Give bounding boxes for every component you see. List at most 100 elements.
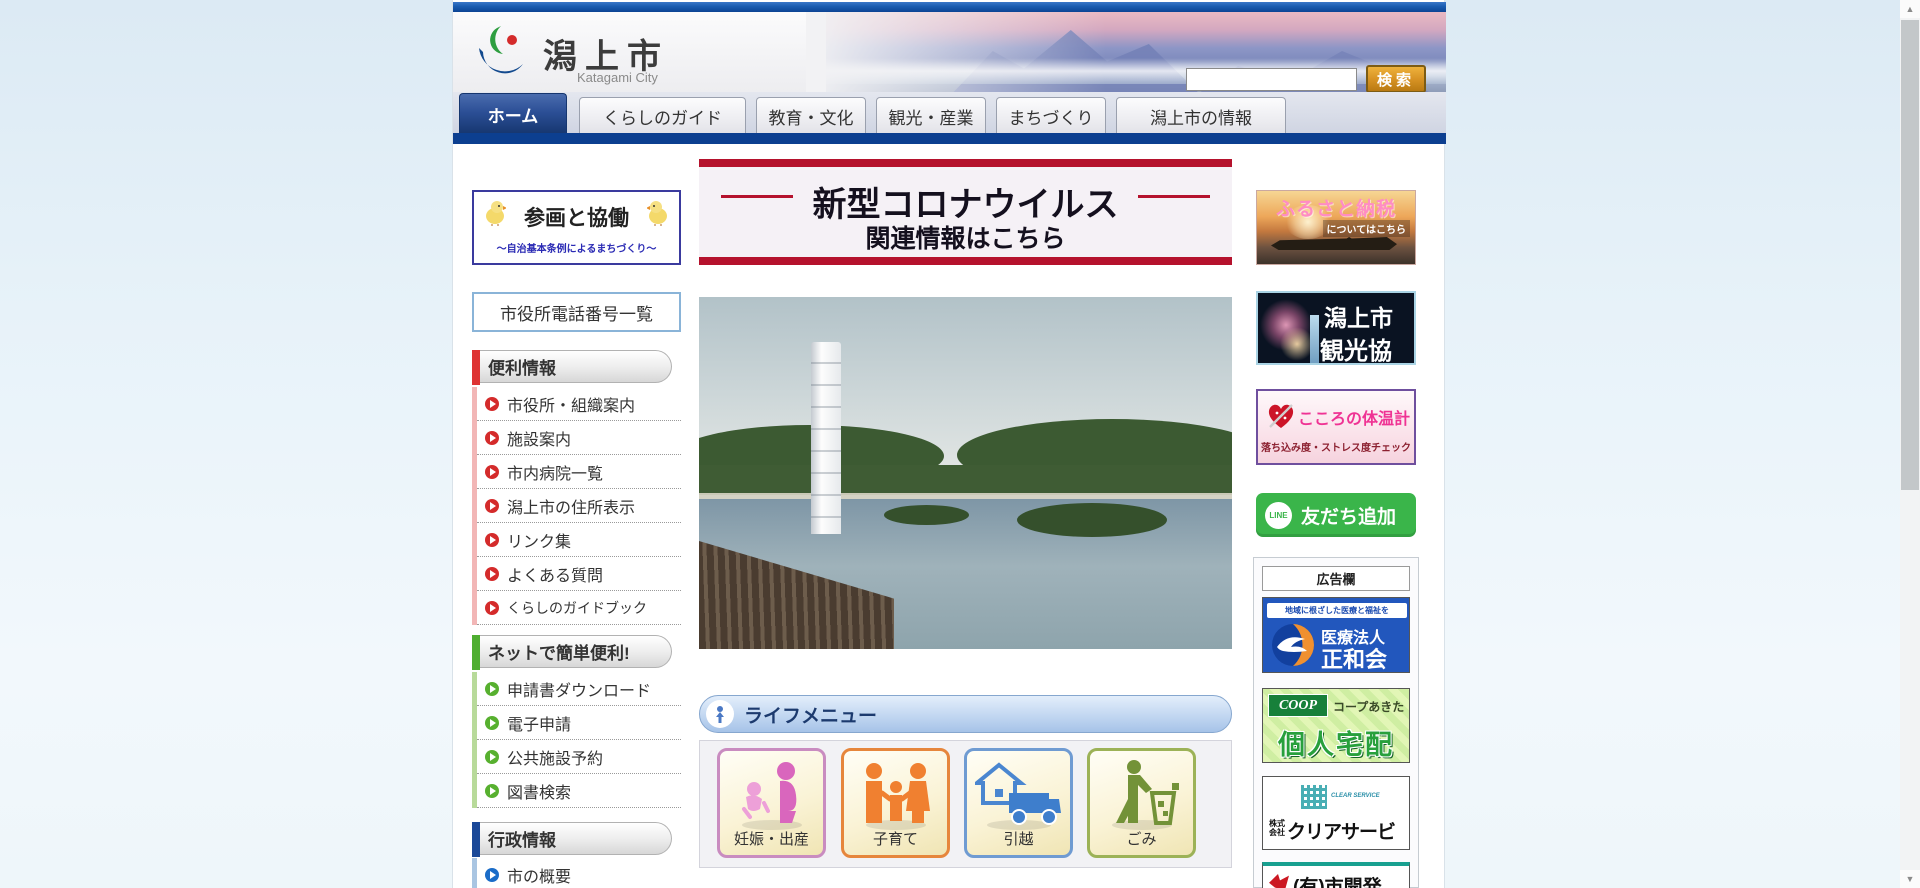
life-menu-header: ライフメニュー — [699, 695, 1232, 733]
line-logo-icon: LINE — [1265, 501, 1292, 529]
sidebar-item-label: 潟上市の住所表示 — [507, 499, 636, 517]
arrow-bullet-icon — [485, 498, 499, 513]
sidebar-item-jusho-hyoji[interactable]: 潟上市の住所表示 — [477, 489, 681, 523]
clear-service-logo-icon — [1301, 785, 1327, 809]
sidebar-item-label: 市の概要 — [507, 868, 572, 886]
sidebar-item-kurashi-guidebook[interactable]: くらしのガイドブック — [477, 591, 681, 625]
coop-logo: COOP — [1268, 694, 1328, 717]
main-photo-tenno-greenland[interactable]: 天王グリーンランド — [699, 297, 1232, 649]
sidebar-item-label: 図書検索 — [507, 784, 572, 802]
section-header-benri-joho: 便利情報 — [472, 350, 672, 385]
sidebar-item-shiyakusho-soshiki[interactable]: 市役所・組織案内 — [477, 387, 681, 421]
city-name-en: Katagami City — [577, 70, 658, 85]
arrow-bullet-icon — [485, 783, 499, 798]
arrow-bullet-icon — [485, 749, 499, 764]
scrollbar-thumb[interactable] — [1901, 20, 1919, 490]
sidebar-item-label: 施設案内 — [507, 431, 572, 449]
ad-banner-ichi-kaihatsu[interactable]: (有)市開発 — [1262, 862, 1410, 888]
life-button-garbage[interactable]: ごみ — [1087, 748, 1196, 858]
ad-banner-coop[interactable]: COOP コープあきた 個人宅配 — [1262, 688, 1410, 763]
kokoro-title: こころの体温計 — [1298, 411, 1411, 428]
arrow-bullet-icon — [485, 715, 499, 730]
page: 潟上市 Katagami City 検索 ホーム くらしのガイド 教育・文化 観… — [0, 0, 1920, 888]
life-button-label: ごみ — [1126, 831, 1157, 848]
photo-island — [884, 505, 969, 525]
sidebar-item-shisetsu-annai[interactable]: 施設案内 — [477, 421, 681, 455]
ichi-logo-icon — [1269, 874, 1289, 888]
arrow-bullet-icon — [485, 867, 499, 882]
seiwakai-logo-icon — [1272, 624, 1314, 666]
furusato-title: ふるさと納税 — [1275, 199, 1396, 220]
sidebar-item-tosho-kensaku[interactable]: 図書検索 — [477, 774, 681, 808]
fireworks-icon — [1280, 327, 1314, 361]
header-fade — [806, 12, 1106, 92]
sidebar-item-link-shu[interactable]: リンク集 — [477, 523, 681, 557]
city-logo-icon — [479, 26, 523, 74]
house-truck-icon — [974, 762, 1061, 830]
life-button-moving[interactable]: 引越 — [964, 748, 1073, 858]
mother-baby-icon — [741, 762, 802, 830]
city-hall-phone-list-button[interactable]: 市役所電話番号一覧 — [472, 292, 681, 332]
coop-title: 個人宅配 — [1278, 730, 1394, 760]
kanko-kyokai-banner[interactable]: 潟上市 観光協会 — [1256, 291, 1416, 365]
life-button-child-rearing[interactable]: 子育て — [841, 748, 950, 858]
tab-home[interactable]: ホーム — [459, 93, 567, 134]
sidebar-item-label: 電子申請 — [507, 716, 572, 734]
line-friend-add-button[interactable]: LINE 友だち追加 — [1256, 493, 1416, 537]
heart-thermometer-icon — [1268, 404, 1294, 428]
coop-brand-sub: コープあきた — [1333, 700, 1405, 714]
sankaku-subtitle: ～自治基本条例によるまちづくり～ — [496, 244, 657, 255]
ichi-title: (有)市開発 — [1293, 877, 1382, 888]
sidebar-item-kokyo-shisetsu-yoyaku[interactable]: 公共施設予約 — [477, 740, 681, 774]
covid-info-banner[interactable]: 新型コロナウイルス 関連情報はこちら — [699, 159, 1232, 265]
sidebar-item-shinseisho-download[interactable]: 申請書ダウンロード — [477, 672, 681, 706]
kokoro-taionkei-banner[interactable]: こころの体温計 落ち込み度・ストレス度チェック — [1256, 389, 1416, 465]
life-button-label: 妊娠・出産 — [733, 831, 809, 848]
city-logo-link[interactable]: 潟上市 Katagami City — [475, 18, 805, 88]
header: 潟上市 Katagami City 検索 — [453, 12, 1446, 92]
arrow-bullet-icon — [485, 396, 499, 411]
search-input[interactable] — [1186, 68, 1357, 91]
person-icon — [706, 700, 734, 728]
light-beam — [1310, 315, 1319, 363]
nav-underline-bar — [453, 133, 1446, 144]
tab-education-culture[interactable]: 教育・文化 — [756, 97, 866, 134]
seiwakai-tagline: 地域に根ざした医療と福祉を — [1267, 603, 1407, 618]
tab-tourism-industry[interactable]: 観光・産業 — [876, 97, 986, 134]
section-header-net-benri: ネットで簡単便利! — [472, 635, 672, 670]
life-menu-title: ライフメニュー — [744, 705, 878, 727]
menu-group-net: 申請書ダウンロード 電子申請 公共施設予約 図書検索 — [472, 672, 681, 808]
scrollbar-down-button[interactable]: ▼ — [1900, 870, 1920, 888]
kanko-line1: 潟上市 — [1324, 306, 1393, 331]
sidebar-item-yokuaru-shitsumon[interactable]: よくある質問 — [477, 557, 681, 591]
sankaku-kyodo-banner[interactable]: 参画と協働 ～自治基本条例によるまちづくり～ — [472, 190, 681, 265]
sidebar-item-shinai-byoin[interactable]: 市内病院一覧 — [477, 455, 681, 489]
top-accent-bar — [453, 2, 1446, 12]
sidebar-item-label: 市内病院一覧 — [507, 465, 604, 483]
arrow-bullet-icon — [485, 532, 499, 547]
tab-town-planning[interactable]: まちづくり — [996, 97, 1106, 134]
tab-living-guide[interactable]: くらしのガイド — [579, 97, 746, 134]
photo-treeline — [699, 465, 1232, 495]
sidebar-item-denshi-shinsei[interactable]: 電子申請 — [477, 706, 681, 740]
sankaku-title: 参画と協働 — [524, 207, 629, 230]
content-column: 潟上市 Katagami City 検索 ホーム くらしのガイド 教育・文化 観… — [452, 0, 1446, 888]
ad-banner-seiwakai[interactable]: 地域に根ざした医療と福祉を 医療法人 正和会 — [1262, 597, 1410, 673]
tab-city-information[interactable]: 潟上市の情報 — [1116, 97, 1286, 134]
clear-title: クリアサービス — [1287, 822, 1396, 843]
clear-company-prefix: 株式会社 — [1269, 819, 1285, 837]
life-button-label: 引越 — [1003, 831, 1034, 848]
search-button[interactable]: 検索 — [1366, 65, 1426, 92]
life-button-pregnancy-birth[interactable]: 妊娠・出産 — [717, 748, 826, 858]
section-header-gyosei-joho: 行政情報 — [472, 822, 672, 857]
arrow-bullet-icon — [485, 430, 499, 445]
furusato-nozei-banner[interactable]: ふるさと納税 についてはこちら — [1256, 190, 1416, 265]
boat-silhouette — [1271, 237, 1397, 250]
sidebar-item-label: 申請書ダウンロード — [507, 682, 652, 700]
ad-banner-clear-service[interactable]: CLEAR SERVICE 株式会社 クリアサービス — [1262, 776, 1410, 850]
scrollbar-up-button[interactable]: ▲ — [1900, 0, 1920, 18]
sidebar-item-label: リンク集 — [507, 533, 572, 551]
sidebar-item-shi-no-gaiyo[interactable]: 市の概要 — [477, 858, 681, 888]
sidebar-item-label: 市役所・組織案内 — [507, 397, 636, 415]
arrow-bullet-icon — [485, 681, 499, 696]
